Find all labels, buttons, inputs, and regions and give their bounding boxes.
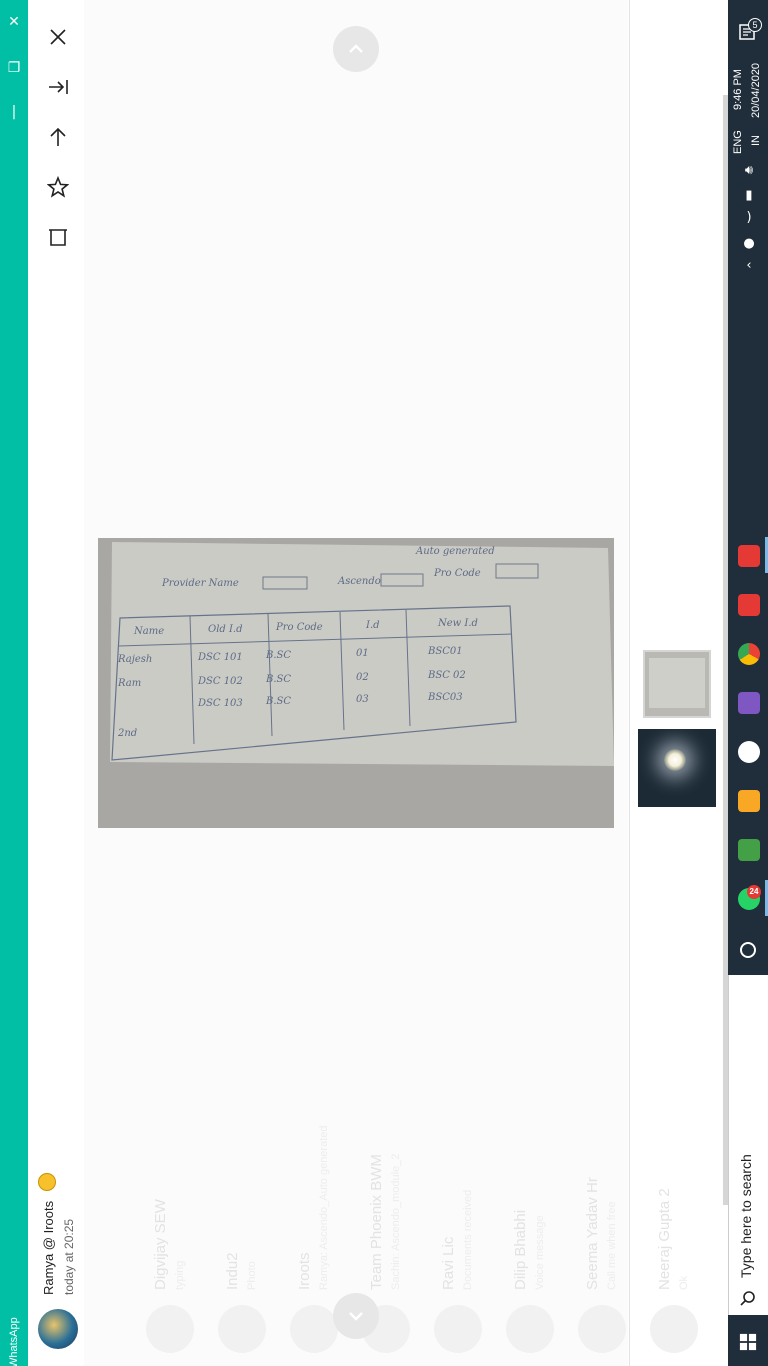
sender-avatar — [38, 1309, 78, 1349]
photo-table-cell: BSC03 — [428, 692, 463, 703]
app-icon-7[interactable] — [738, 839, 760, 861]
file-explorer-icon[interactable] — [738, 790, 760, 812]
chat-name: Digvijay SEW — [152, 1199, 169, 1290]
share-button[interactable] — [44, 123, 72, 151]
media-thumbnail-current[interactable] — [643, 650, 711, 718]
chat-name: Indu2 — [224, 1252, 241, 1290]
delete-button[interactable] — [44, 223, 72, 251]
chat-preview: Call me when free — [606, 1201, 618, 1290]
sender-name: Ramya @ Iroots — [41, 1200, 56, 1295]
photo-header-label: Provider Name — [162, 578, 239, 589]
app-icon-5[interactable] — [738, 741, 760, 763]
whatsapp-window-strip: ✕ ❐ | — [0, 0, 28, 1366]
cortana-icon[interactable] — [740, 942, 756, 958]
chat-name: Seema Yadav Hr — [584, 1177, 601, 1290]
chat-name: Ravi Lic — [440, 1236, 457, 1290]
chat-preview: Ok — [678, 1275, 690, 1290]
close-viewer-button[interactable] — [44, 23, 72, 51]
photo-table-header: Old I.d — [208, 624, 243, 635]
app-icon-1[interactable] — [738, 545, 760, 567]
photo-table-cell: BSC01 — [428, 646, 463, 657]
next-media-button[interactable] — [333, 1293, 379, 1339]
show-hidden-icons-icon[interactable]: ‹ — [740, 258, 758, 273]
clock-date[interactable]: 20/04/2020 — [750, 63, 762, 118]
photo-table-cell: DSC 102 — [198, 676, 243, 687]
forward-button[interactable] — [44, 73, 72, 101]
chat-name: Dilip Bhabhi — [512, 1209, 529, 1290]
language-indicator[interactable]: ENG — [732, 130, 744, 154]
chat-preview: typing — [174, 1260, 186, 1290]
media-thumbnail-next[interactable] — [638, 729, 716, 807]
photo-table-cell: DSC 103 — [198, 698, 243, 709]
shield-icon[interactable]: ● — [740, 236, 758, 251]
restore-window-icon[interactable]: ❐ — [6, 60, 22, 76]
arrow-up-icon — [50, 127, 66, 146]
chrome-icon[interactable] — [738, 643, 760, 665]
region-indicator: IN — [750, 135, 762, 146]
photo-table-header: I.d — [366, 620, 380, 631]
chat-name: Team Phoenix BWM — [368, 1154, 385, 1290]
chat-avatar — [290, 1305, 338, 1353]
photo-header-label: Auto generated — [416, 546, 495, 557]
chevron-up-icon — [349, 44, 363, 53]
chat-avatar — [146, 1305, 194, 1353]
star-icon — [47, 176, 69, 198]
chat-avatar — [506, 1305, 554, 1353]
photo-table-cell: B.SC — [266, 674, 292, 685]
panel-divider — [629, 0, 630, 1366]
volume-icon[interactable]: 🔊︎ — [740, 163, 758, 178]
photo-table-cell: Ram — [118, 678, 142, 689]
clock-time[interactable]: 9:46 PM — [732, 69, 745, 110]
whatsapp-unread-badge: 24 — [747, 885, 761, 899]
photo-table-header: Pro Code — [276, 622, 323, 633]
chat-avatar — [578, 1305, 626, 1353]
app-title: WhatsApp — [8, 1317, 20, 1366]
chat-name: Neeraj Gupta 2 — [656, 1188, 673, 1290]
previous-media-button[interactable] — [333, 26, 379, 72]
forward-icon — [49, 80, 68, 94]
photo-header-label: Pro Code — [434, 568, 481, 579]
photo-table-cell: 01 — [356, 648, 369, 659]
wifi-icon[interactable]: ) — [740, 210, 758, 225]
media-photo: Provider Name Ascendo Auto generated Pro Co… — [98, 538, 614, 828]
sender-timestamp: today at 20:25 — [62, 1218, 76, 1295]
chat-name: Iroots — [296, 1252, 313, 1290]
star-button[interactable] — [44, 173, 72, 201]
chat-avatar — [650, 1305, 698, 1353]
photo-table-cell: B.SC — [266, 696, 292, 707]
search-icon — [740, 1291, 755, 1306]
chat-preview: Photo — [246, 1261, 258, 1290]
battery-icon[interactable]: ▮ — [740, 188, 758, 203]
close-window-icon[interactable]: ✕ — [6, 14, 22, 30]
start-button[interactable] — [728, 1318, 768, 1366]
app-icon-4[interactable] — [738, 692, 760, 714]
photo-table-cell: 2nd — [118, 728, 138, 739]
photo-table-header: Name — [134, 626, 165, 637]
chat-preview: Documents received — [462, 1189, 474, 1290]
photo-header-label: Ascendo — [338, 576, 381, 587]
chat-avatar — [218, 1305, 266, 1353]
close-icon — [50, 29, 66, 45]
emoji-icon — [38, 1173, 56, 1191]
photo-table-cell: BSC 02 — [428, 670, 466, 681]
photo-table-header: New I.d — [438, 618, 478, 629]
photo-table-cell: 02 — [356, 672, 369, 683]
photo-table-cell: B.SC — [266, 650, 292, 661]
chat-preview: Ramya: Ascendo_Auto generated — [318, 1125, 330, 1290]
search-placeholder[interactable]: Type here to search — [738, 1154, 754, 1278]
windows-logo-icon — [739, 1333, 757, 1351]
chat-avatar — [434, 1305, 482, 1353]
chat-preview: Sachin: Ascendo_module_2 — [390, 1153, 402, 1290]
chevron-down-icon — [349, 1312, 363, 1321]
photo-table-cell: Rajesh — [118, 654, 153, 665]
minimize-window-icon[interactable]: | — [6, 104, 22, 120]
photo-table-cell: DSC 101 — [198, 652, 243, 663]
photo-table-cell: 03 — [356, 694, 369, 705]
trash-icon — [49, 229, 67, 246]
app-icon-2[interactable] — [738, 594, 760, 616]
notification-count: 5 — [748, 18, 762, 32]
chat-preview: Voice message — [534, 1215, 546, 1290]
